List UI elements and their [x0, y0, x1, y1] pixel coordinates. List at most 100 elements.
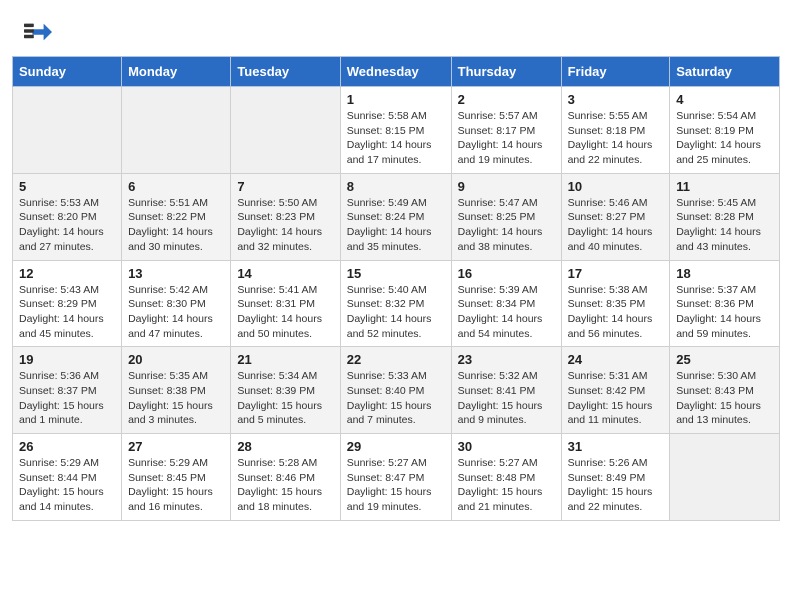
day-info: Sunrise: 5:34 AM Sunset: 8:39 PM Dayligh… [237, 369, 333, 428]
day-number: 5 [19, 179, 115, 194]
calendar-day-cell [231, 87, 340, 174]
calendar-day-cell: 24 Sunrise: 5:31 AM Sunset: 8:42 PM Dayli… [561, 347, 670, 434]
calendar-day-cell: 15 Sunrise: 5:40 AM Sunset: 8:32 PM Dayli… [340, 260, 451, 347]
calendar-day-cell: 28 Sunrise: 5:28 AM Sunset: 8:46 PM Dayli… [231, 434, 340, 521]
day-header-row: SundayMondayTuesdayWednesdayThursdayFrid… [13, 57, 780, 87]
day-info: Sunrise: 5:37 AM Sunset: 8:36 PM Dayligh… [676, 283, 773, 342]
calendar-week-row: 19 Sunrise: 5:36 AM Sunset: 8:37 PM Dayli… [13, 347, 780, 434]
day-number: 30 [458, 439, 555, 454]
day-info: Sunrise: 5:49 AM Sunset: 8:24 PM Dayligh… [347, 196, 445, 255]
logo [24, 18, 56, 46]
day-number: 13 [128, 266, 224, 281]
day-number: 11 [676, 179, 773, 194]
calendar-body: 1 Sunrise: 5:58 AM Sunset: 8:15 PM Daylig… [13, 87, 780, 521]
day-info: Sunrise: 5:32 AM Sunset: 8:41 PM Dayligh… [458, 369, 555, 428]
calendar-day-cell: 19 Sunrise: 5:36 AM Sunset: 8:37 PM Dayli… [13, 347, 122, 434]
calendar-day-cell: 4 Sunrise: 5:54 AM Sunset: 8:19 PM Daylig… [670, 87, 780, 174]
day-info: Sunrise: 5:42 AM Sunset: 8:30 PM Dayligh… [128, 283, 224, 342]
calendar-day-cell: 29 Sunrise: 5:27 AM Sunset: 8:47 PM Dayli… [340, 434, 451, 521]
day-info: Sunrise: 5:58 AM Sunset: 8:15 PM Dayligh… [347, 109, 445, 168]
day-info: Sunrise: 5:54 AM Sunset: 8:19 PM Dayligh… [676, 109, 773, 168]
calendar-day-cell: 23 Sunrise: 5:32 AM Sunset: 8:41 PM Dayli… [451, 347, 561, 434]
day-of-week-header: Monday [122, 57, 231, 87]
day-number: 26 [19, 439, 115, 454]
day-of-week-header: Saturday [670, 57, 780, 87]
day-number: 29 [347, 439, 445, 454]
calendar-day-cell: 31Sunrise: 5:26 AM Sunset: 8:49 PM Dayli… [561, 434, 670, 521]
calendar-week-row: 26 Sunrise: 5:29 AM Sunset: 8:44 PM Dayli… [13, 434, 780, 521]
day-info: Sunrise: 5:27 AM Sunset: 8:47 PM Dayligh… [347, 456, 445, 515]
day-info: Sunrise: 5:33 AM Sunset: 8:40 PM Dayligh… [347, 369, 445, 428]
calendar-week-row: 1 Sunrise: 5:58 AM Sunset: 8:15 PM Daylig… [13, 87, 780, 174]
day-info: Sunrise: 5:29 AM Sunset: 8:44 PM Dayligh… [19, 456, 115, 515]
calendar-day-cell: 5 Sunrise: 5:53 AM Sunset: 8:20 PM Daylig… [13, 173, 122, 260]
day-number: 14 [237, 266, 333, 281]
logo-icon [24, 18, 52, 46]
calendar-day-cell: 1 Sunrise: 5:58 AM Sunset: 8:15 PM Daylig… [340, 87, 451, 174]
calendar-day-cell: 30 Sunrise: 5:27 AM Sunset: 8:48 PM Dayli… [451, 434, 561, 521]
calendar-day-cell: 10 Sunrise: 5:46 AM Sunset: 8:27 PM Dayli… [561, 173, 670, 260]
day-info: Sunrise: 5:28 AM Sunset: 8:46 PM Dayligh… [237, 456, 333, 515]
day-info: Sunrise: 5:47 AM Sunset: 8:25 PM Dayligh… [458, 196, 555, 255]
day-info: Sunrise: 5:31 AM Sunset: 8:42 PM Dayligh… [568, 369, 664, 428]
calendar-week-row: 5 Sunrise: 5:53 AM Sunset: 8:20 PM Daylig… [13, 173, 780, 260]
day-info: Sunrise: 5:38 AM Sunset: 8:35 PM Dayligh… [568, 283, 664, 342]
day-number: 27 [128, 439, 224, 454]
day-info: Sunrise: 5:30 AM Sunset: 8:43 PM Dayligh… [676, 369, 773, 428]
day-of-week-header: Tuesday [231, 57, 340, 87]
calendar-day-cell: 7Sunrise: 5:50 AM Sunset: 8:23 PM Daylig… [231, 173, 340, 260]
day-number: 28 [237, 439, 333, 454]
day-info: Sunrise: 5:43 AM Sunset: 8:29 PM Dayligh… [19, 283, 115, 342]
day-number: 3 [568, 92, 664, 107]
calendar-table: SundayMondayTuesdayWednesdayThursdayFrid… [12, 56, 780, 521]
day-info: Sunrise: 5:57 AM Sunset: 8:17 PM Dayligh… [458, 109, 555, 168]
day-info: Sunrise: 5:27 AM Sunset: 8:48 PM Dayligh… [458, 456, 555, 515]
day-number: 17 [568, 266, 664, 281]
day-number: 16 [458, 266, 555, 281]
calendar-wrapper: SundayMondayTuesdayWednesdayThursdayFrid… [0, 56, 792, 533]
day-info: Sunrise: 5:35 AM Sunset: 8:38 PM Dayligh… [128, 369, 224, 428]
day-info: Sunrise: 5:46 AM Sunset: 8:27 PM Dayligh… [568, 196, 664, 255]
day-number: 15 [347, 266, 445, 281]
day-number: 19 [19, 352, 115, 367]
day-of-week-header: Wednesday [340, 57, 451, 87]
day-number: 23 [458, 352, 555, 367]
day-number: 25 [676, 352, 773, 367]
calendar-day-cell [122, 87, 231, 174]
day-number: 12 [19, 266, 115, 281]
calendar-day-cell: 8Sunrise: 5:49 AM Sunset: 8:24 PM Daylig… [340, 173, 451, 260]
day-number: 4 [676, 92, 773, 107]
day-number: 7 [237, 179, 333, 194]
calendar-day-cell: 20 Sunrise: 5:35 AM Sunset: 8:38 PM Dayli… [122, 347, 231, 434]
day-number: 24 [568, 352, 664, 367]
day-of-week-header: Thursday [451, 57, 561, 87]
day-number: 10 [568, 179, 664, 194]
calendar-day-cell: 18 Sunrise: 5:37 AM Sunset: 8:36 PM Dayli… [670, 260, 780, 347]
page-header [0, 0, 792, 56]
calendar-day-cell [13, 87, 122, 174]
calendar-day-cell: 25 Sunrise: 5:30 AM Sunset: 8:43 PM Dayli… [670, 347, 780, 434]
calendar-day-cell: 17 Sunrise: 5:38 AM Sunset: 8:35 PM Dayli… [561, 260, 670, 347]
day-info: Sunrise: 5:40 AM Sunset: 8:32 PM Dayligh… [347, 283, 445, 342]
day-number: 6 [128, 179, 224, 194]
day-info: Sunrise: 5:45 AM Sunset: 8:28 PM Dayligh… [676, 196, 773, 255]
calendar-day-cell: 26 Sunrise: 5:29 AM Sunset: 8:44 PM Dayli… [13, 434, 122, 521]
calendar-day-cell: 21 Sunrise: 5:34 AM Sunset: 8:39 PM Dayli… [231, 347, 340, 434]
day-info: Sunrise: 5:29 AM Sunset: 8:45 PM Dayligh… [128, 456, 224, 515]
day-info: Sunrise: 5:53 AM Sunset: 8:20 PM Dayligh… [19, 196, 115, 255]
day-info: Sunrise: 5:36 AM Sunset: 8:37 PM Dayligh… [19, 369, 115, 428]
day-number: 20 [128, 352, 224, 367]
calendar-day-cell [670, 434, 780, 521]
calendar-day-cell: 11 Sunrise: 5:45 AM Sunset: 8:28 PM Dayli… [670, 173, 780, 260]
day-of-week-header: Friday [561, 57, 670, 87]
day-number: 31 [568, 439, 664, 454]
day-number: 1 [347, 92, 445, 107]
day-number: 22 [347, 352, 445, 367]
calendar-week-row: 12 Sunrise: 5:43 AM Sunset: 8:29 PM Dayli… [13, 260, 780, 347]
calendar-day-cell: 6Sunrise: 5:51 AM Sunset: 8:22 PM Daylig… [122, 173, 231, 260]
day-number: 2 [458, 92, 555, 107]
day-number: 21 [237, 352, 333, 367]
day-number: 18 [676, 266, 773, 281]
calendar-day-cell: 16Sunrise: 5:39 AM Sunset: 8:34 PM Dayli… [451, 260, 561, 347]
calendar-day-cell: 14Sunrise: 5:41 AM Sunset: 8:31 PM Dayli… [231, 260, 340, 347]
